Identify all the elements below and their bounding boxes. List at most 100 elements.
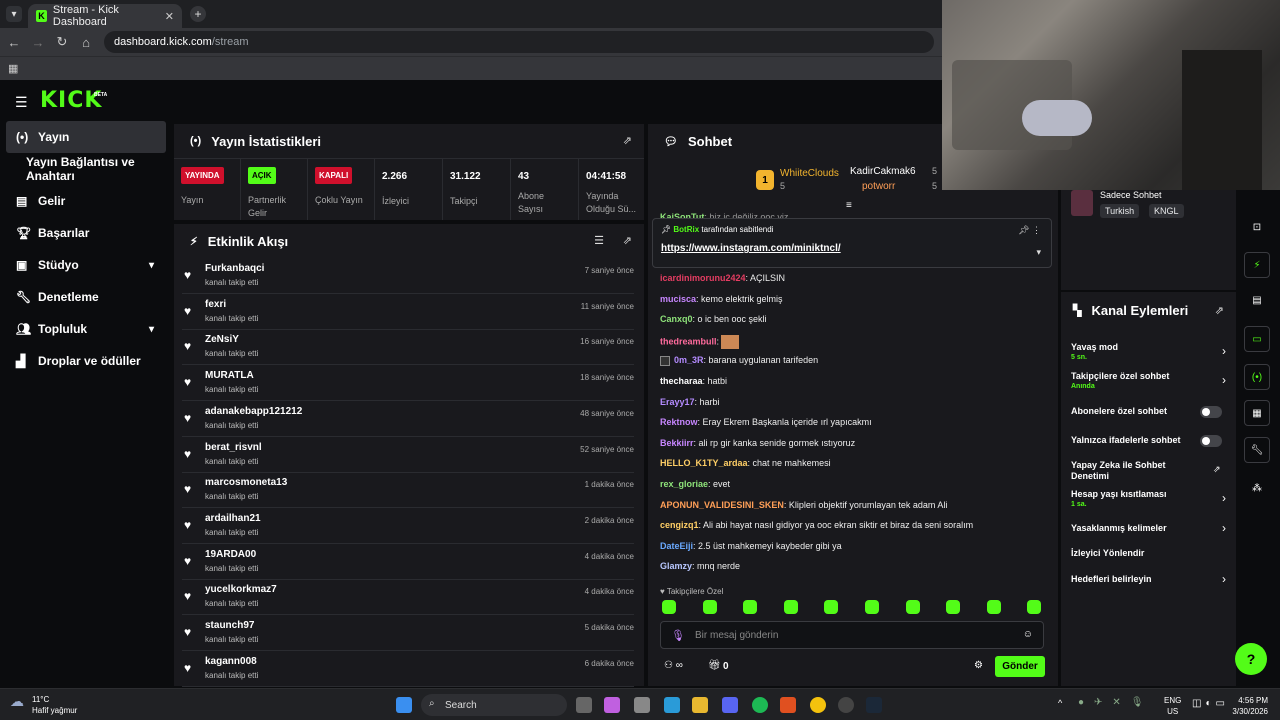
sidebar-item-stream-key[interactable]: Yayın Bağlantısı ve Anahtarı [0,153,172,185]
chat-username[interactable]: Erayy17 [660,397,695,407]
action-raid[interactable]: İzleyici Yönlendir [1071,548,1226,558]
forward-icon[interactable]: → [26,35,50,50]
emote-button[interactable] [702,600,717,614]
sidebar-item-droplar[interactable]: ▟ Droplar ve ödüller [0,345,172,377]
activity-user[interactable]: yucelkorkmaz7 [205,584,277,595]
tray-icons[interactable]: ●✈✕🎙︎ [1078,697,1154,708]
chrome-icon[interactable] [810,697,826,713]
emote-button[interactable] [986,600,1001,614]
wrench-rail-icon[interactable]: 🔧︎ [1244,437,1270,463]
activity-user[interactable]: kagann008 [205,656,257,667]
spotify-icon[interactable] [752,697,768,713]
pinned-link[interactable]: https://www.instagram.com/miniktncl/ [661,243,841,254]
action-followers-only[interactable]: Takipçilere özel sohbet Anında › [1071,371,1226,390]
action-goals[interactable]: Hedefleri belirleyin › [1071,572,1226,586]
action-banned-words[interactable]: Yasaklanmış kelimeler › [1071,521,1226,535]
chat-username[interactable]: DateEiji [660,541,693,551]
task-view-icon[interactable] [576,697,592,713]
chat-username[interactable]: thedreambull [660,336,717,346]
chat-users-icon[interactable]: ⚇ ∞ [664,660,683,671]
layout-icon[interactable]: ⊡ [1244,214,1270,240]
tag-kngl[interactable]: KNGL [1149,204,1184,218]
chevron-down-icon[interactable]: ▾ [1036,247,1041,258]
send-button[interactable]: Gönder [995,656,1045,677]
expand-leaderboard-icon[interactable]: ≡ [846,200,852,211]
new-tab-button[interactable]: + [190,6,206,22]
activity-user[interactable]: MURATLA [205,370,254,381]
chat-username[interactable]: Canxq0 [660,314,693,324]
sidebar-item-topluluk[interactable]: 👥︎ Topluluk ▾ [0,313,172,345]
emote-button[interactable] [946,600,961,614]
popout-icon[interactable]: ⇗ [623,134,632,147]
leader-name[interactable]: WhiiteClouds [780,168,839,179]
discord-icon[interactable] [722,697,738,713]
chat-input-box[interactable]: 🎙︎ Bir mesaj gönderin ☺ [660,621,1044,649]
chat-settings-icon[interactable]: ⚙ [974,660,983,671]
action-ai-moderation[interactable]: Yapay Zeka ile Sohbet Denetimi [1071,460,1206,482]
chat-rail-icon[interactable]: ▭ [1244,326,1270,352]
leader-name[interactable]: KadirCakmak6 [850,166,916,177]
leader-name[interactable]: potworr [862,181,895,192]
language-indicator[interactable]: ENG US [1164,695,1181,717]
sidebar-item-yayin[interactable]: (•) Yayın [6,121,166,153]
activity-user[interactable]: adanakebapp121212 [205,406,302,417]
chat-input-placeholder[interactable]: Bir mesaj gönderin [695,630,778,641]
edge-icon[interactable] [664,697,680,713]
clock[interactable]: 4:56 PM 3/30/2026 [1232,695,1268,717]
sidebar-item-gelir[interactable]: ▤ Gelir [0,185,172,217]
chat-username[interactable]: rex_gloriae [660,479,708,489]
filter-icon[interactable]: ☰ [594,234,604,247]
emote-button[interactable] [824,600,839,614]
chat-username[interactable]: 0m_3R [674,355,704,365]
system-tray-icons[interactable]: ◫◐▭ [1192,698,1229,709]
popout-icon[interactable]: ⇗ [1215,304,1224,317]
sidebar-item-studyo[interactable]: ▣ Stüdyo ▾ [0,249,172,281]
chat-username[interactable]: Glamzy [660,561,692,571]
app-icon[interactable] [838,697,854,713]
popout-icon[interactable]: ⇗ [623,234,632,247]
chat-username[interactable]: cengizq1 [660,520,699,530]
notes-icon[interactable]: ▤ [1244,287,1270,313]
broadcast-rail-icon[interactable]: (•) [1244,364,1270,390]
activity-user[interactable]: berat_risvnl [205,442,262,453]
apps-grid-icon[interactable]: ▦ [8,62,18,75]
tab-search-icon[interactable]: ▾ [6,6,22,22]
close-tab-icon[interactable]: ✕ [165,10,174,23]
activity-user[interactable]: ZeNsiY [205,334,239,345]
start-icon[interactable] [396,697,412,713]
hamburger-menu-icon[interactable]: ☰ [15,94,28,111]
weather-widget[interactable]: ☁ 11°C Hafif yağmur [10,694,77,716]
activity-user[interactable]: staunch97 [205,620,254,631]
chat-username[interactable]: HELLO_K1TY_ardaa [660,458,748,468]
app-icon[interactable] [780,697,796,713]
emote-button[interactable] [783,600,798,614]
chat-username[interactable]: icardinimorunu2424 [660,273,746,283]
emote-button[interactable] [1027,600,1042,614]
chat-username[interactable]: mucisca [660,294,696,304]
chat-username[interactable]: thecharaa [660,376,703,386]
activity-rail-icon[interactable]: ⚡︎ [1244,252,1270,278]
activity-user[interactable]: Furkanbaqci [205,263,264,274]
emote-button[interactable] [865,600,879,614]
tray-overflow-icon[interactable]: ^ [1058,698,1062,708]
emote-only-toggle[interactable] [1200,435,1222,447]
gift-icon[interactable]: 🎁︎ [708,660,721,671]
app-icon[interactable] [634,697,650,713]
action-account-age[interactable]: Hesap yaşı kısıtlaması 1 sa. › [1071,489,1226,508]
chat-username[interactable]: Bekkiirr [660,438,694,448]
reload-icon[interactable]: ↻ [50,34,74,50]
unpin-icon[interactable]: 📌︎ ⋮ [1018,225,1041,236]
emote-button[interactable] [662,600,676,614]
microphone-icon[interactable]: 🎙︎ [671,629,685,642]
activity-user[interactable]: marcosmoneta13 [205,477,287,488]
chat-username[interactable]: Rektnow [660,417,698,427]
copilot-icon[interactable] [604,697,620,713]
sidebar-item-basarilar[interactable]: 🏆︎ Başarılar [0,217,172,249]
stats-rail-icon[interactable]: ▦ [1244,400,1270,426]
steam-icon[interactable] [866,697,882,713]
tag-turkish[interactable]: Turkish [1100,204,1140,218]
activity-user[interactable]: ardailhan21 [205,513,261,524]
file-explorer-icon[interactable] [692,697,708,713]
emoji-icon[interactable]: ☺ [1023,629,1033,640]
activity-user[interactable]: 19ARDA00 [205,549,256,560]
